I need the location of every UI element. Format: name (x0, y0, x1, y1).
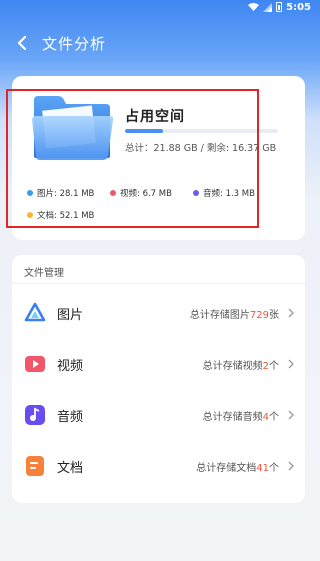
wifi-icon (248, 3, 260, 11)
desc-prefix: 总计存储视频 (202, 360, 263, 372)
videos-dot-icon (110, 190, 116, 196)
row-label: 文档 (57, 460, 84, 476)
desc-suffix: 个 (269, 462, 279, 474)
storage-detail: 总计：21.88 GB / 剩余: 16.37 GB (125, 143, 277, 154)
back-arrow-icon[interactable] (14, 35, 30, 51)
chevron-right-icon (288, 410, 294, 420)
row-label: 音频 (57, 409, 84, 425)
clock: 5:05 (286, 1, 311, 13)
images-dot-icon (27, 190, 33, 196)
signal-icon (263, 2, 273, 12)
legend-item-images: 图片: 28.1 MB (27, 187, 94, 199)
row-count: 41 (256, 462, 269, 474)
documents-dot-icon (27, 212, 33, 218)
row-description: 总计存储视频2个 (203, 357, 279, 372)
desc-suffix: 张 (269, 309, 279, 321)
battery-icon (276, 2, 283, 12)
document-icon (26, 456, 44, 476)
row-videos[interactable]: 视频 总计存储视频2个 (12, 339, 305, 389)
legend-item-documents: 文档: 52.1 MB (27, 209, 94, 221)
row-documents[interactable]: 文档 总计存储文档41个 (12, 441, 305, 491)
audio-icon (25, 405, 45, 425)
chevron-right-icon (288, 359, 294, 369)
storage-card: 占用空间 总计：21.88 GB / 剩余: 16.37 GB 图片: 28.1… (12, 76, 305, 240)
desc-suffix: 个 (269, 360, 279, 372)
legend-item-videos: 视频: 6.7 MB (110, 187, 172, 199)
storage-progress-bar (125, 129, 278, 133)
image-icon (24, 302, 46, 322)
app-header: 文件分析 (14, 30, 106, 56)
row-count: 729 (249, 309, 269, 321)
storage-title: 占用空间 (125, 109, 185, 125)
legend-label: 音频: 1.3 MB (203, 189, 255, 199)
desc-prefix: 总计存储图片 (189, 309, 250, 321)
chevron-right-icon (288, 461, 294, 471)
folder-icon (32, 96, 114, 160)
row-description: 总计存储音频4个 (203, 408, 279, 423)
row-description: 总计存储文档41个 (196, 459, 279, 474)
desc-prefix: 总计存储音频 (202, 411, 263, 423)
row-label: 视频 (57, 358, 84, 374)
status-bar: 5:05 (0, 0, 317, 14)
section-title: 文件管理 (24, 268, 64, 279)
row-description: 总计存储图片729张 (190, 306, 279, 321)
row-audio[interactable]: 音频 总计存储音频4个 (12, 390, 305, 440)
legend-item-audio: 音频: 1.3 MB (193, 187, 255, 199)
desc-suffix: 个 (269, 411, 279, 423)
divider (12, 283, 305, 284)
page-title: 文件分析 (42, 34, 107, 53)
legend-label: 文档: 52.1 MB (37, 211, 95, 221)
legend-label: 图片: 28.1 MB (37, 189, 95, 199)
audio-dot-icon (193, 190, 199, 196)
legend-label: 视频: 6.7 MB (120, 189, 172, 199)
row-label: 图片 (57, 307, 84, 323)
video-icon (25, 356, 45, 372)
desc-prefix: 总计存储文档 (196, 462, 257, 474)
row-images[interactable]: 图片 总计存储图片729张 (12, 288, 305, 338)
chevron-right-icon (288, 308, 294, 318)
file-management-card: 文件管理 图片 总计存储图片729张 视频 总计存储视频2个 音频 总计存储音频… (12, 255, 305, 503)
storage-progress-fill (125, 129, 164, 133)
